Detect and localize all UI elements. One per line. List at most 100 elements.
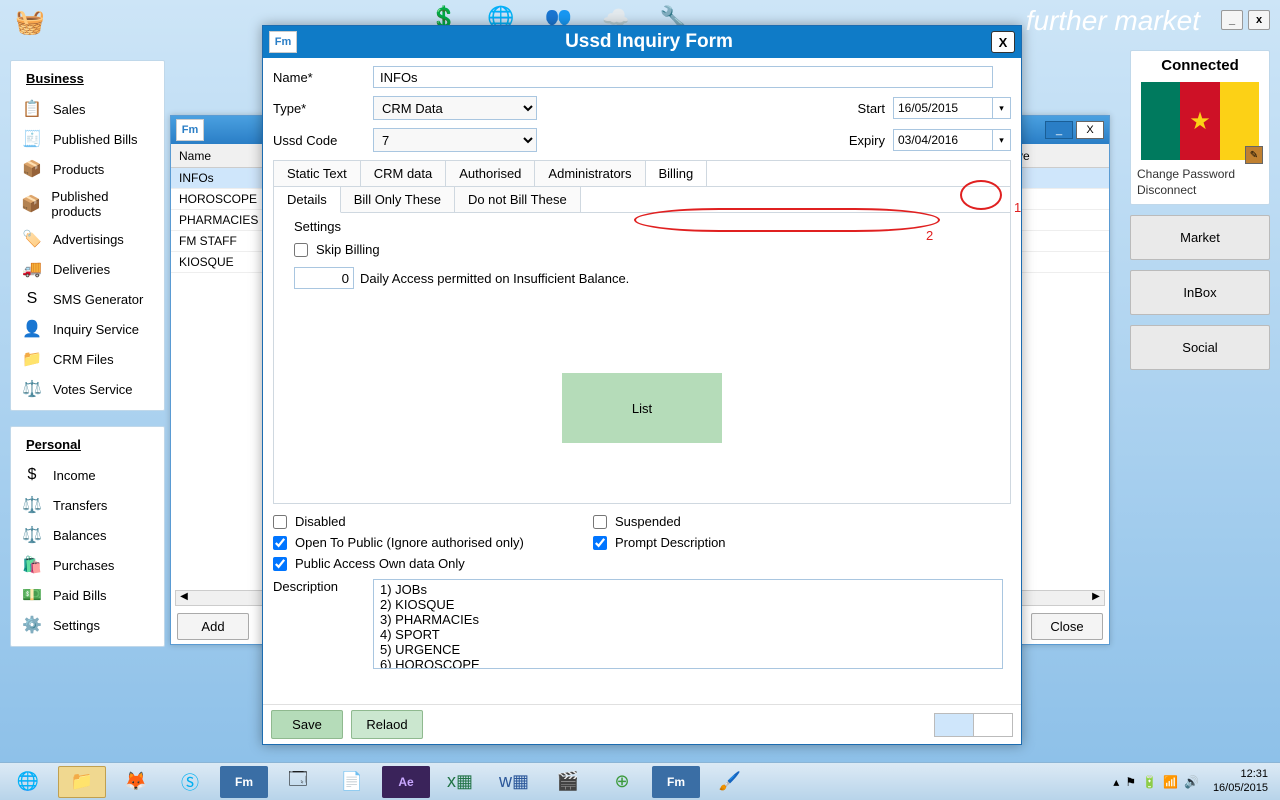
reload-button[interactable]: Relaod [351,710,423,739]
sidebar-item-deliveries[interactable]: 🚚Deliveries [11,254,164,284]
task-firefox-icon[interactable]: 🦊 [112,766,160,798]
personal-menu: Personal $Income ⚖️Transfers ⚖️Balances … [10,426,165,647]
start-label: Start [858,101,885,116]
taskbar-clock[interactable]: 12:31 16/05/2015 [1213,768,1268,794]
task-fm2-icon[interactable]: Fm [652,766,700,798]
ads-icon: 🏷️ [21,229,43,249]
task-skype-icon[interactable]: Ⓢ [166,766,214,798]
status-box-1 [934,713,974,737]
close-list-button[interactable]: Close [1031,613,1103,640]
name-input[interactable] [373,66,993,88]
type-select[interactable]: CRM Data [373,96,537,120]
sidebar-item-settings[interactable]: ⚙️Settings [11,610,164,640]
annotation-1: 1 [1014,200,1021,215]
sidebar-item-inquiry[interactable]: 👤Inquiry Service [11,314,164,344]
prompt-desc-checkbox[interactable] [593,536,607,550]
col-name[interactable]: Name [171,149,271,163]
sidebar-item-paidbills[interactable]: 💵Paid Bills [11,580,164,610]
subtab-details[interactable]: Details [274,187,341,213]
tray-up-icon[interactable]: ▴ [1113,775,1119,789]
inbox-button[interactable]: InBox [1130,270,1270,315]
daily-access-input[interactable] [294,267,354,289]
left-panel: Business 📋Sales 🧾Published Bills 📦Produc… [10,60,165,662]
transfers-icon: ⚖️ [21,495,43,515]
subtab-do-not-bill[interactable]: Do not Bill These [455,187,581,213]
public-own-checkbox[interactable] [273,557,287,571]
task-mpc-icon[interactable]: 🎬 [544,766,592,798]
change-password-link[interactable]: Change Password [1137,166,1263,182]
tab-crm-data[interactable]: CRM data [361,161,447,186]
sidebar-item-purchases[interactable]: 🛍️Purchases [11,550,164,580]
type-label: Type* [273,101,373,116]
balances-icon: ⚖️ [21,525,43,545]
task-utorrent-icon[interactable]: ⊕ [598,766,646,798]
start-dropdown-icon[interactable]: ▾ [993,97,1011,119]
dialog-title: Ussd Inquiry Form [307,31,991,53]
sidebar-item-transfers[interactable]: ⚖️Transfers [11,490,164,520]
task-ae-icon[interactable]: Ae [382,766,430,798]
tray-vol-icon[interactable]: 🔊 [1184,775,1199,789]
tab-static-text[interactable]: Static Text [274,161,361,186]
subtab-bill-only[interactable]: Bill Only These [341,187,455,213]
income-icon: $ [21,465,43,485]
expiry-dropdown-icon[interactable]: ▾ [993,129,1011,151]
list-placeholder[interactable]: List [562,373,722,443]
right-panel: Connected ★ ✎ Change Password Disconnect… [1130,50,1270,380]
disabled-checkbox[interactable] [273,515,287,529]
tray-flag-icon[interactable]: ⚑ [1125,775,1136,789]
add-button[interactable]: Add [177,613,249,640]
flag-badge-icon: ✎ [1245,146,1263,164]
sidebar-item-sms[interactable]: SSMS Generator [11,284,164,314]
dialog-close-button[interactable]: X [991,31,1015,53]
sidebar-item-advertisings[interactable]: 🏷️Advertisings [11,224,164,254]
sidebar-item-published-products[interactable]: 📦Published products [11,184,164,224]
tray-battery-icon[interactable]: 🔋 [1142,775,1157,789]
sidebar-item-published-bills[interactable]: 🧾Published Bills [11,124,164,154]
ussd-select[interactable]: 7 [373,128,537,152]
tab-authorised[interactable]: Authorised [446,161,535,186]
tab-administrators[interactable]: Administrators [535,161,645,186]
save-button[interactable]: Save [271,710,343,739]
task-app3-icon[interactable]: 🖌️ [706,766,754,798]
sidebar-item-income[interactable]: $Income [11,460,164,490]
personal-title: Personal [11,433,164,460]
task-app1-icon[interactable]: 🗔 [274,766,322,798]
disconnect-link[interactable]: Disconnect [1137,182,1263,198]
description-textarea[interactable] [373,579,1003,669]
start-date-input[interactable] [893,97,993,119]
col-active[interactable]: tive [1011,149,1101,163]
expiry-date-input[interactable] [893,129,993,151]
task-ie-icon[interactable]: 🌐 [4,766,52,798]
sidebar-item-crm[interactable]: 📁CRM Files [11,344,164,374]
flag-icon: ★ ✎ [1141,82,1259,160]
task-explorer-icon[interactable]: 📁 [58,766,106,798]
connected-box: Connected ★ ✎ Change Password Disconnect [1130,50,1270,205]
settings-icon: ⚙️ [21,615,43,635]
sidebar-item-votes[interactable]: ⚖️Votes Service [11,374,164,404]
suspended-checkbox[interactable] [593,515,607,529]
list-min-button[interactable]: _ [1045,121,1073,139]
pub-products-icon: 📦 [21,194,41,214]
skip-billing-checkbox[interactable] [294,243,308,257]
purchases-icon: 🛍️ [21,555,43,575]
task-app2-icon[interactable]: 📄 [328,766,376,798]
paidbills-icon: 💵 [21,585,43,605]
skip-billing-label: Skip Billing [316,242,380,257]
sidebar-item-balances[interactable]: ⚖️Balances [11,520,164,550]
sidebar-item-products[interactable]: 📦Products [11,154,164,184]
deliveries-icon: 🚚 [21,259,43,279]
social-button[interactable]: Social [1130,325,1270,370]
tab-billing[interactable]: Billing [646,161,708,186]
list-close-button[interactable]: X [1076,121,1104,139]
task-word-icon[interactable]: w▦ [490,766,538,798]
task-excel-icon[interactable]: x▦ [436,766,484,798]
status-box-2 [973,713,1013,737]
minimize-button[interactable]: _ [1221,10,1243,30]
close-button[interactable]: x [1248,10,1270,30]
task-fm-icon[interactable]: Fm [220,766,268,798]
market-button[interactable]: Market [1130,215,1270,260]
annotation-2: 2 [926,228,933,243]
open-public-checkbox[interactable] [273,536,287,550]
tray-net-icon[interactable]: 📶 [1163,775,1178,789]
sidebar-item-sales[interactable]: 📋Sales [11,94,164,124]
